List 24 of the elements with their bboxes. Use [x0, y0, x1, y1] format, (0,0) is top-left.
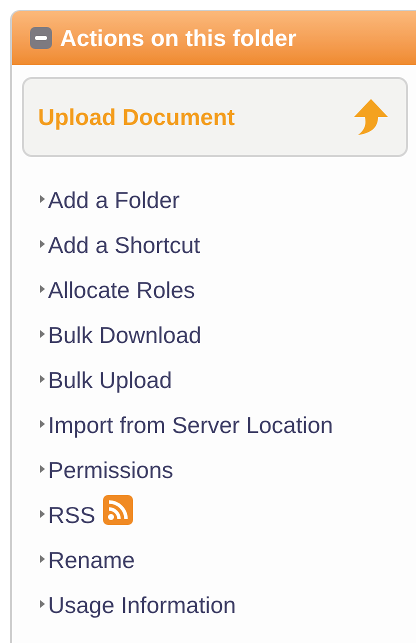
action-link[interactable]: Bulk Download	[48, 318, 202, 353]
action-link[interactable]: Usage Information	[48, 588, 236, 623]
bullet-icon	[40, 420, 45, 428]
action-link[interactable]: Allocate Roles	[48, 273, 196, 308]
up-arrow-icon	[352, 97, 390, 137]
rss-icon	[103, 494, 134, 524]
action-link[interactable]: Import from Server Location	[48, 408, 334, 443]
bullet-icon	[40, 194, 45, 202]
panel-title: Actions on this folder	[60, 24, 296, 53]
action-link[interactable]: Bulk Upload	[48, 363, 172, 398]
action-link[interactable]: Permissions	[48, 453, 174, 488]
action-link[interactable]: Rename	[48, 543, 135, 578]
bullet-icon	[40, 600, 45, 608]
bullet-icon	[40, 374, 45, 382]
collapse-icon[interactable]	[30, 27, 52, 49]
bullet-icon	[40, 554, 45, 562]
bullet-icon	[40, 284, 45, 292]
bullet-icon	[40, 510, 45, 518]
action-link[interactable]: RSS	[48, 498, 96, 533]
bullet-icon	[40, 240, 45, 248]
action-link[interactable]: Add a Shortcut	[48, 228, 200, 263]
action-link[interactable]: Add a Folder	[48, 183, 180, 218]
bullet-icon	[40, 464, 45, 472]
bullet-icon	[40, 330, 45, 338]
